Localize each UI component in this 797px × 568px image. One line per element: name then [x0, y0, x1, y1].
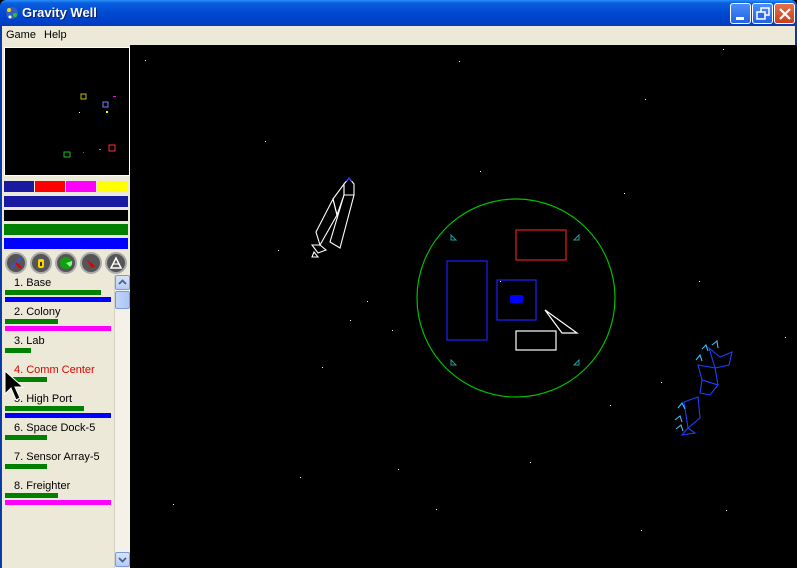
- swatch-blue: [4, 181, 34, 192]
- chevron-down-icon: [118, 557, 127, 563]
- tool-icon-row: [4, 252, 128, 274]
- attack-icon[interactable]: [80, 252, 102, 274]
- base-module-white: [515, 330, 557, 351]
- unit-health-bar: [5, 435, 47, 440]
- list-item[interactable]: 3. Lab: [4, 333, 114, 362]
- menu-help[interactable]: Help: [44, 29, 67, 41]
- unit-health-bar: [5, 319, 58, 324]
- restore-button[interactable]: [752, 3, 773, 24]
- minimap-canvas: [63, 93, 116, 158]
- unit-health-bar: [5, 464, 47, 469]
- unit-label: 8. Freighter: [14, 480, 71, 492]
- unit-health-bar: [5, 290, 101, 295]
- chevron-up-icon: [118, 279, 127, 285]
- unit-label: 3. Lab: [14, 335, 45, 347]
- status-bar-3: [4, 224, 128, 235]
- base-module-red: [515, 229, 567, 261]
- minimap[interactable]: [4, 47, 130, 176]
- base-core-icon: [510, 295, 523, 303]
- player-color-swatches: [4, 181, 128, 192]
- list-item[interactable]: 8. Freighter: [4, 478, 114, 507]
- game-canvas: [145, 49, 786, 531]
- list-item[interactable]: 1. Base: [4, 275, 114, 304]
- unit-list-scrollbar[interactable]: [114, 275, 130, 568]
- status-bar-1: [4, 196, 128, 207]
- swatch-magenta: [66, 181, 96, 192]
- minimize-button[interactable]: [730, 3, 751, 24]
- unit-label: 1. Base: [14, 277, 52, 289]
- player-ship[interactable]: [310, 177, 355, 258]
- swatch-red: [35, 181, 65, 192]
- scroll-thumb[interactable]: [115, 291, 130, 309]
- unit-label: 6. Space Dock-5: [14, 422, 96, 434]
- menu-bar: Game Help: [0, 26, 797, 45]
- base-station[interactable]: [416, 198, 616, 398]
- scroll-up-button[interactable]: [115, 275, 130, 290]
- unit-health-bar: [5, 348, 31, 353]
- starfield: [145, 49, 786, 531]
- swatch-yellow: [97, 181, 128, 192]
- left-panel: 1. Base 2. Colony 3. Lab 4. Comm Center …: [0, 45, 130, 568]
- unit-label: 2. Colony: [14, 306, 61, 318]
- scroll-down-button[interactable]: [115, 552, 130, 567]
- window-title: Gravity Well: [22, 5, 97, 20]
- game-viewport[interactable]: [130, 45, 797, 568]
- base-module-left: [446, 260, 488, 341]
- status-bar-2: [4, 210, 128, 221]
- list-item[interactable]: 2. Colony: [4, 304, 114, 333]
- unit-label: 7. Sensor Array-5: [14, 451, 100, 463]
- app-icon: [6, 7, 18, 19]
- build-icon[interactable]: [105, 252, 127, 274]
- restore-icon: [756, 7, 770, 20]
- unit-health-bar: [5, 493, 58, 498]
- pointer-ship: [544, 309, 579, 334]
- status-bar-4: [4, 238, 128, 249]
- unit-shield-bar: [5, 326, 111, 331]
- unit-health-bar: [5, 406, 84, 411]
- unit-shield-bar: [5, 297, 111, 302]
- unit-list: 1. Base 2. Colony 3. Lab 4. Comm Center …: [4, 275, 114, 568]
- lock-icon[interactable]: [30, 252, 52, 274]
- unit-shield-bar: [5, 500, 111, 505]
- title-bar: Gravity Well: [0, 0, 797, 26]
- menu-game[interactable]: Game: [6, 29, 36, 41]
- list-item[interactable]: 6. Space Dock-5: [4, 420, 114, 449]
- close-icon: [779, 8, 791, 20]
- navigate-icon[interactable]: [5, 252, 27, 274]
- mouse-pointer-icon: [4, 370, 25, 401]
- minimize-icon: [736, 17, 744, 20]
- unit-shield-bar: [5, 413, 111, 418]
- radar-icon[interactable]: [55, 252, 77, 274]
- list-item[interactable]: 7. Sensor Array-5: [4, 449, 114, 478]
- enemy-ship[interactable]: [674, 339, 733, 436]
- close-button[interactable]: [774, 3, 795, 24]
